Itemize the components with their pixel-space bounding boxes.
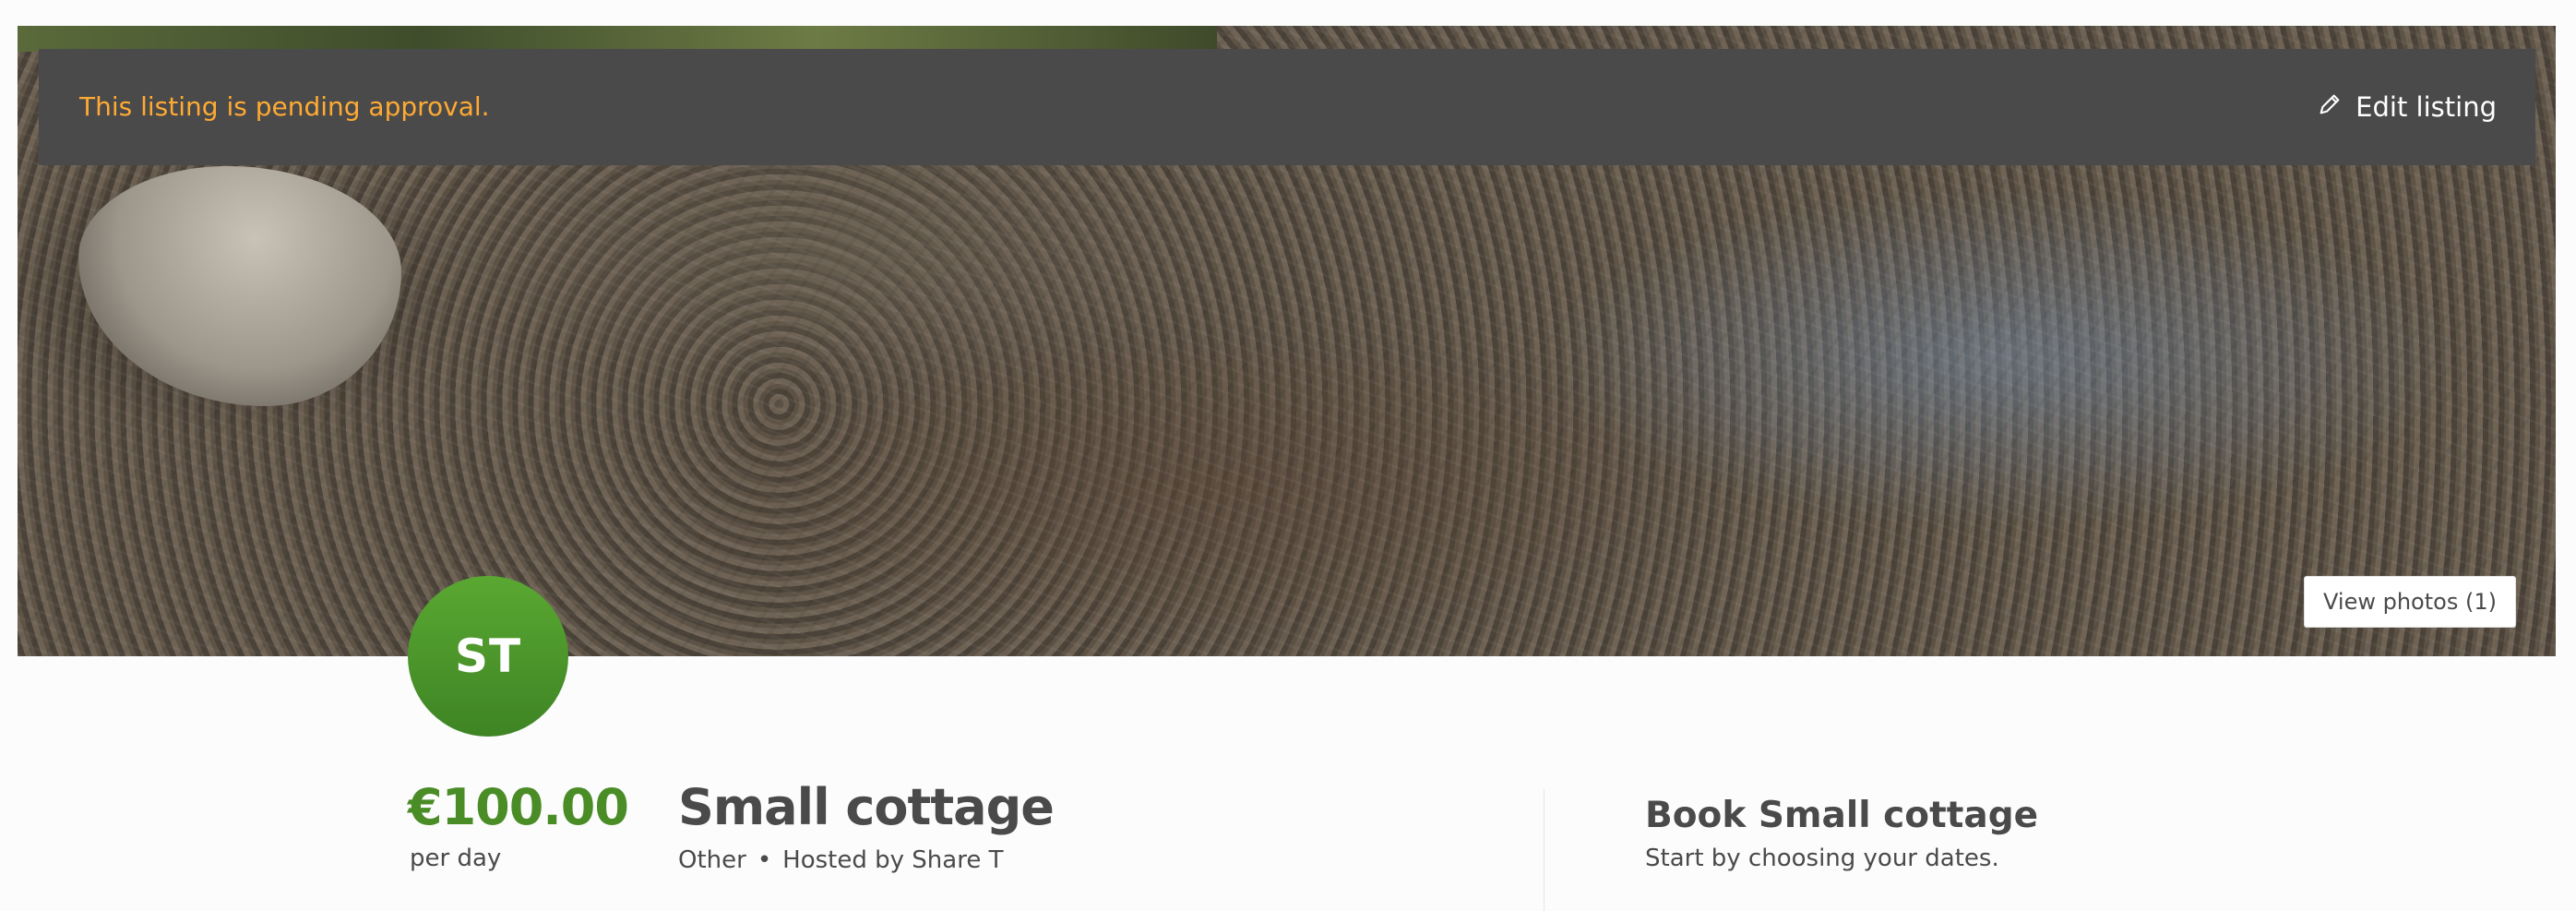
price-unit: per day bbox=[410, 845, 502, 872]
edit-listing-label: Edit listing bbox=[2355, 91, 2497, 123]
booking-subtitle: Start by choosing your dates. bbox=[1645, 845, 1999, 872]
pending-approval-text: This listing is pending approval. bbox=[79, 91, 490, 122]
hero-grass-decoration bbox=[18, 26, 1217, 52]
meta-separator: • bbox=[757, 846, 772, 874]
listing-price: €100.00 bbox=[408, 778, 629, 836]
listing-meta: Other • Hosted by Share T bbox=[678, 846, 1003, 874]
pending-approval-banner: This listing is pending approval. Edit l… bbox=[39, 49, 2535, 165]
booking-title: Book Small cottage bbox=[1645, 795, 2039, 836]
author-avatar[interactable]: ST bbox=[408, 576, 568, 737]
pencil-icon bbox=[2317, 91, 2343, 124]
hosted-by-label: Hosted by bbox=[782, 846, 912, 874]
edit-listing-link[interactable]: Edit listing bbox=[2317, 49, 2497, 165]
hero-rock-decoration bbox=[78, 166, 401, 406]
listing-title: Small cottage bbox=[678, 778, 1055, 836]
author-name-link[interactable]: Share T bbox=[912, 846, 1003, 874]
listing-category: Other bbox=[678, 846, 746, 874]
view-photos-button[interactable]: View photos (1) bbox=[2304, 576, 2516, 628]
